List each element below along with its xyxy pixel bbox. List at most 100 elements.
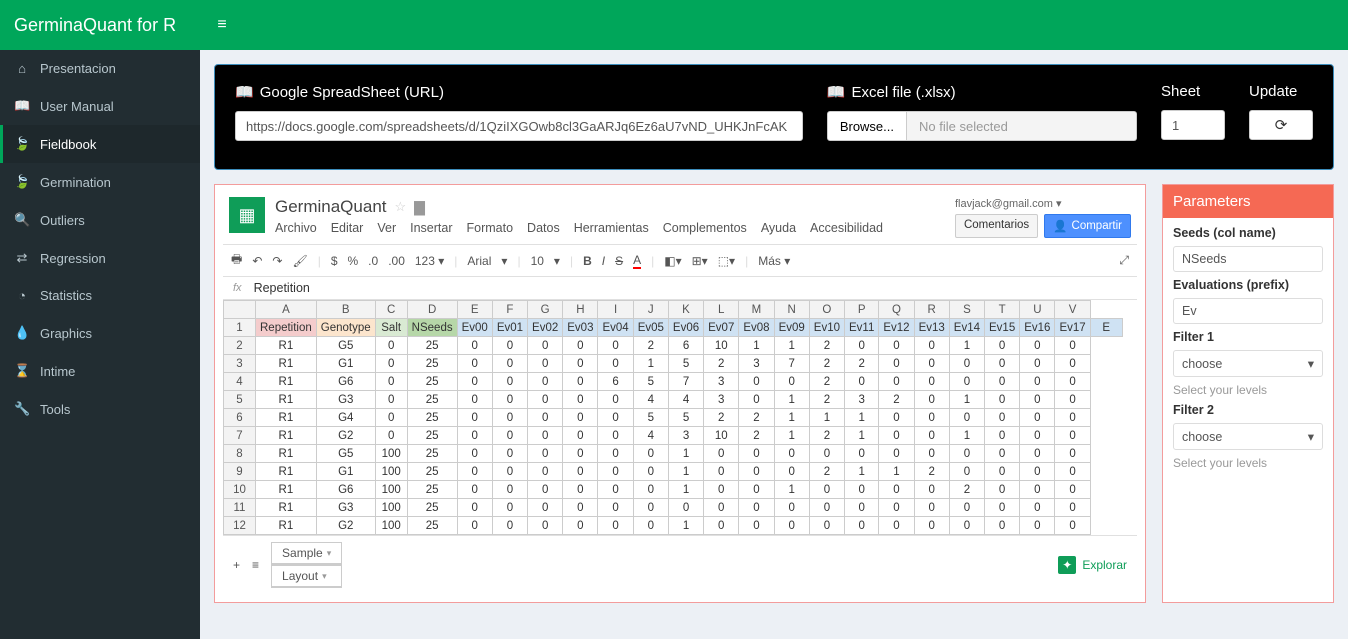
header-cell[interactable]: Ev16 xyxy=(1020,319,1055,337)
menu-ayuda[interactable]: Ayuda xyxy=(761,221,796,235)
borders-icon[interactable]: ⊞▾ xyxy=(692,254,708,268)
comments-button[interactable]: Comentarios xyxy=(955,214,1038,238)
sidebar-item-germination[interactable]: 🍃Germination xyxy=(0,163,200,201)
data-cell[interactable]: 0 xyxy=(914,481,949,499)
data-cell[interactable]: 1 xyxy=(668,517,703,535)
sidebar-item-intime[interactable]: ⌛Intime xyxy=(0,352,200,390)
sidebar-item-graphics[interactable]: 💧Graphics xyxy=(0,314,200,352)
data-cell[interactable]: 1 xyxy=(774,391,809,409)
menu-complementos[interactable]: Complementos xyxy=(663,221,747,235)
data-cell[interactable]: 100 xyxy=(375,517,407,535)
data-cell[interactable]: 0 xyxy=(598,517,633,535)
data-cell[interactable]: 0 xyxy=(633,445,668,463)
data-cell[interactable]: 0 xyxy=(528,517,563,535)
col-header[interactable]: I xyxy=(598,301,633,319)
data-cell[interactable]: 0 xyxy=(949,373,984,391)
data-cell[interactable]: 1 xyxy=(949,427,984,445)
data-cell[interactable]: 0 xyxy=(633,499,668,517)
data-cell[interactable]: 25 xyxy=(407,373,457,391)
data-cell[interactable]: 0 xyxy=(845,517,879,535)
header-cell[interactable]: Ev10 xyxy=(809,319,844,337)
header-cell[interactable]: Ev05 xyxy=(633,319,668,337)
data-cell[interactable]: 100 xyxy=(375,463,407,481)
data-cell[interactable]: G4 xyxy=(316,409,375,427)
data-cell[interactable]: 0 xyxy=(985,373,1020,391)
data-cell[interactable]: 0 xyxy=(985,427,1020,445)
strike-icon[interactable]: S xyxy=(615,254,623,268)
data-cell[interactable]: 0 xyxy=(375,355,407,373)
col-header[interactable]: F xyxy=(492,301,527,319)
data-cell[interactable]: 2 xyxy=(809,463,844,481)
data-cell[interactable]: 0 xyxy=(492,517,527,535)
data-cell[interactable]: 0 xyxy=(704,517,739,535)
data-cell[interactable]: 2 xyxy=(739,409,774,427)
data-cell[interactable]: 1 xyxy=(774,481,809,499)
data-cell[interactable]: 0 xyxy=(563,373,598,391)
data-cell[interactable]: 25 xyxy=(407,481,457,499)
data-cell[interactable]: 0 xyxy=(879,373,914,391)
data-cell[interactable]: 0 xyxy=(949,499,984,517)
col-header[interactable]: P xyxy=(845,301,879,319)
row-number[interactable]: 10 xyxy=(224,481,256,499)
col-header[interactable]: H xyxy=(563,301,598,319)
data-cell[interactable]: 0 xyxy=(1055,517,1090,535)
data-cell[interactable]: 2 xyxy=(809,337,844,355)
hamburger-icon[interactable]: ≡ xyxy=(200,16,244,34)
row-number[interactable]: 8 xyxy=(224,445,256,463)
col-header[interactable]: D xyxy=(407,301,457,319)
data-cell[interactable]: 0 xyxy=(739,445,774,463)
data-cell[interactable]: 3 xyxy=(739,355,774,373)
data-cell[interactable]: 0 xyxy=(598,481,633,499)
data-cell[interactable]: 0 xyxy=(1055,373,1090,391)
seeds-input[interactable] xyxy=(1173,246,1323,272)
data-cell[interactable]: 0 xyxy=(492,445,527,463)
data-cell[interactable]: R1 xyxy=(256,409,317,427)
data-cell[interactable]: 0 xyxy=(1055,463,1090,481)
data-cell[interactable]: 0 xyxy=(809,499,844,517)
col-header[interactable]: U xyxy=(1020,301,1055,319)
data-cell[interactable]: 1 xyxy=(668,463,703,481)
data-cell[interactable]: 0 xyxy=(457,427,492,445)
menu-ver[interactable]: Ver xyxy=(377,221,396,235)
data-cell[interactable]: R1 xyxy=(256,481,317,499)
data-cell[interactable]: 0 xyxy=(879,481,914,499)
data-cell[interactable]: R1 xyxy=(256,499,317,517)
formula-bar[interactable]: Repetition xyxy=(254,281,310,295)
data-cell[interactable]: R1 xyxy=(256,463,317,481)
paint-icon[interactable]: 🖌 xyxy=(292,254,307,268)
header-cell[interactable]: Salt xyxy=(375,319,407,337)
data-cell[interactable]: 0 xyxy=(914,499,949,517)
data-cell[interactable]: 0 xyxy=(528,445,563,463)
data-cell[interactable]: 1 xyxy=(845,427,879,445)
row-number[interactable]: 7 xyxy=(224,427,256,445)
data-cell[interactable]: 0 xyxy=(949,517,984,535)
data-cell[interactable]: G6 xyxy=(316,373,375,391)
data-cell[interactable]: 1 xyxy=(774,337,809,355)
data-cell[interactable]: 0 xyxy=(879,499,914,517)
data-cell[interactable]: 2 xyxy=(879,391,914,409)
url-input[interactable] xyxy=(235,111,803,141)
data-cell[interactable]: 0 xyxy=(914,355,949,373)
data-cell[interactable]: 0 xyxy=(774,499,809,517)
data-cell[interactable]: 0 xyxy=(914,445,949,463)
data-cell[interactable]: 1 xyxy=(949,391,984,409)
data-cell[interactable]: 0 xyxy=(1020,337,1055,355)
data-cell[interactable]: 0 xyxy=(985,409,1020,427)
header-cell[interactable]: Ev09 xyxy=(774,319,809,337)
bold-icon[interactable]: B xyxy=(583,254,592,268)
data-cell[interactable]: 4 xyxy=(668,391,703,409)
data-cell[interactable]: 0 xyxy=(457,337,492,355)
data-cell[interactable]: 0 xyxy=(457,517,492,535)
data-cell[interactable]: 100 xyxy=(375,445,407,463)
data-cell[interactable]: 0 xyxy=(492,499,527,517)
data-cell[interactable]: 1 xyxy=(949,337,984,355)
menu-accesibilidad[interactable]: Accesibilidad xyxy=(810,221,883,235)
data-cell[interactable]: 0 xyxy=(845,337,879,355)
data-cell[interactable]: 0 xyxy=(1020,391,1055,409)
dec-decrease-icon[interactable]: .0 xyxy=(368,254,378,268)
col-header[interactable]: A xyxy=(256,301,317,319)
data-cell[interactable]: 0 xyxy=(809,445,844,463)
data-cell[interactable]: 0 xyxy=(457,391,492,409)
data-cell[interactable]: R1 xyxy=(256,391,317,409)
data-cell[interactable]: 0 xyxy=(563,517,598,535)
